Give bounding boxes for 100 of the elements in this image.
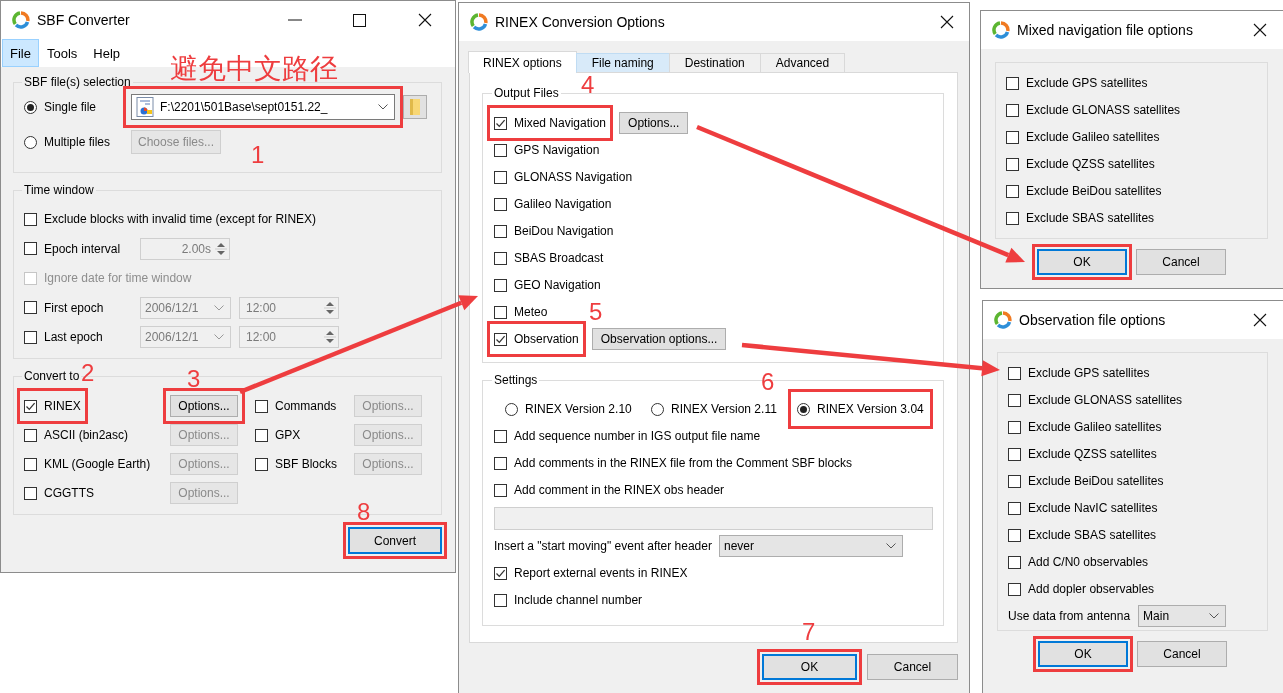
radio-option[interactable]: RINEX Version 2.11 <box>651 398 797 420</box>
comment-input-field[interactable] <box>494 506 933 530</box>
group-title: Time window <box>23 183 95 197</box>
checkbox-option[interactable]: SBF Blocks <box>255 453 337 475</box>
convert-button[interactable]: Convert <box>348 527 442 554</box>
chevron-down-icon <box>378 104 388 110</box>
group-title: Output Files <box>493 86 560 100</box>
annotation-label: 1 <box>251 143 265 167</box>
checkbox-option[interactable]: GEO Navigation <box>494 274 601 296</box>
radio-option[interactable]: Multiple files <box>24 131 123 153</box>
checkbox-option[interactable]: Add C/N0 observables <box>1008 551 1149 573</box>
interval-spinbox[interactable]: 2.00s <box>140 237 230 260</box>
checkbox-option[interactable]: Exclude GLONASS satellites <box>1008 389 1183 411</box>
folder-icon <box>410 99 420 115</box>
checkbox-option[interactable]: Exclude blocks with invalid time (except for RINEX) <box>24 208 317 230</box>
dialog-button[interactable]: OK <box>762 654 857 680</box>
window-title: SBF Converter <box>37 12 131 28</box>
checkbox-option[interactable]: SBAS Broadcast <box>494 247 604 269</box>
date-picker[interactable]: 2006/12/1 <box>140 296 231 319</box>
annotation-label: 7 <box>802 620 816 644</box>
checkbox-option[interactable]: Meteo <box>494 301 548 323</box>
chevron-down-icon <box>214 304 224 311</box>
checkbox-option[interactable]: CGGTTS <box>24 482 94 504</box>
checkbox-option[interactable]: Exclude GPS satellites <box>1008 362 1150 384</box>
checkbox-option[interactable]: Exclude QZSS satellites <box>1006 153 1155 175</box>
close-icon[interactable] <box>940 15 954 29</box>
dialog-button[interactable]: Cancel <box>1137 641 1227 667</box>
checkbox-option[interactable]: Report external events in RINEX <box>494 562 688 584</box>
annotation-label: 4 <box>581 73 595 97</box>
app-logo-icon <box>470 13 488 31</box>
group-title: Convert to <box>23 369 81 383</box>
checkbox-option[interactable]: Add dopler observables <box>1008 578 1155 600</box>
checkbox-option[interactable]: GLONASS Navigation <box>494 166 633 188</box>
checkbox-option[interactable]: Observation <box>494 328 579 350</box>
event-dropdown[interactable]: never <box>718 535 903 557</box>
menu-item[interactable]: Help <box>85 39 129 67</box>
date-picker[interactable]: 2006/12/1 <box>140 326 231 348</box>
checkbox-option[interactable]: Exclude BeiDou satellites <box>1006 180 1162 202</box>
checkbox-option[interactable]: BeiDou Navigation <box>494 220 614 242</box>
checkbox-option[interactable]: Exclude QZSS satellites <box>1008 443 1157 465</box>
annotation-label: 避免中文路径 <box>170 55 338 83</box>
options-button[interactable]: Options... <box>170 395 238 417</box>
menu-item[interactable]: File <box>2 39 39 67</box>
menu-item[interactable]: Tools <box>38 39 86 67</box>
checkbox-option[interactable]: Exclude SBAS satellites <box>1006 207 1155 229</box>
antenna-dropdown[interactable]: Main <box>1138 605 1227 627</box>
tab[interactable]: Destination <box>668 53 761 73</box>
checkbox-option[interactable]: Mixed Navigation <box>494 112 607 134</box>
chevron-down-icon <box>214 334 224 340</box>
checkbox-option[interactable]: Exclude NavIC satellites <box>1008 497 1158 519</box>
tab[interactable]: RINEX options <box>468 51 577 73</box>
options-button[interactable]: Observation options... <box>591 328 727 350</box>
checkbox-option[interactable]: Add comments in the RINEX file from the Comment SBF blocks <box>494 452 853 474</box>
time-spinbox[interactable]: 12:00 <box>239 326 339 348</box>
file-icon <box>136 97 154 117</box>
checkbox-option[interactable]: ASCII (bin2asc) <box>24 424 129 446</box>
checkbox-option[interactable]: GPS Navigation <box>494 139 600 161</box>
annotation-label: 8 <box>357 500 371 524</box>
radio-option[interactable]: RINEX Version 3.04 <box>797 398 924 420</box>
checkbox-option[interactable]: Last epoch <box>24 326 103 348</box>
checkbox-option[interactable]: Add comment in the RINEX obs header <box>494 479 725 501</box>
time-spinbox[interactable]: 12:00 <box>239 296 339 319</box>
tab[interactable]: File naming <box>575 53 670 73</box>
checkbox-option[interactable]: GPX <box>255 424 301 446</box>
chevron-down-icon <box>885 543 896 549</box>
field-label: Use data from antenna <box>1008 609 1131 623</box>
dialog-button[interactable]: Cancel <box>867 654 958 680</box>
checkbox-option[interactable]: Epoch interval <box>24 237 121 260</box>
radio-option[interactable]: Single file <box>24 96 123 118</box>
checkbox-option[interactable]: Exclude Galileo satellites <box>1008 416 1162 438</box>
maximize-icon[interactable] <box>352 13 366 27</box>
file-path-combobox[interactable]: F:\2201\501Base\sept0151.22_ <box>131 94 395 120</box>
checkbox-option[interactable]: Include channel number <box>494 589 643 611</box>
close-icon[interactable] <box>1253 313 1267 327</box>
spin-arrows-icon <box>324 328 336 346</box>
app-logo-icon <box>992 21 1010 39</box>
options-button[interactable]: Options... <box>619 112 689 134</box>
checkbox-option[interactable]: Exclude SBAS satellites <box>1008 524 1157 546</box>
checkbox-option[interactable]: Exclude Galileo satellites <box>1006 126 1160 148</box>
app-logo-icon <box>12 11 30 29</box>
close-icon[interactable] <box>418 13 432 27</box>
radio-option[interactable]: RINEX Version 2.10 <box>505 398 651 420</box>
window-title: Mixed navigation file options <box>1017 22 1194 38</box>
checkbox-option[interactable]: Exclude BeiDou satellites <box>1008 470 1164 492</box>
checkbox-option[interactable]: Add sequence number in IGS output file name <box>494 425 761 447</box>
checkbox-option[interactable]: Galileo Navigation <box>494 193 612 215</box>
checkbox-option[interactable]: Commands <box>255 395 337 417</box>
app-logo-icon <box>994 311 1012 329</box>
checkbox-option[interactable]: Exclude GPS satellites <box>1006 72 1148 94</box>
checkbox-option[interactable]: First epoch <box>24 296 104 319</box>
close-icon[interactable] <box>1253 23 1267 37</box>
annotation-label: 2 <box>81 361 95 385</box>
dialog-button[interactable]: Cancel <box>1136 249 1226 275</box>
window-title: Observation file options <box>1019 312 1167 328</box>
checkbox-option[interactable]: Exclude GLONASS satellites <box>1006 99 1181 121</box>
dialog-button[interactable]: OK <box>1037 249 1127 275</box>
tab[interactable]: Advanced <box>759 53 846 73</box>
checkbox-option[interactable]: RINEX <box>24 395 81 417</box>
checkbox-option[interactable]: KML (Google Earth) <box>24 453 151 475</box>
dialog-button[interactable]: OK <box>1038 641 1128 667</box>
